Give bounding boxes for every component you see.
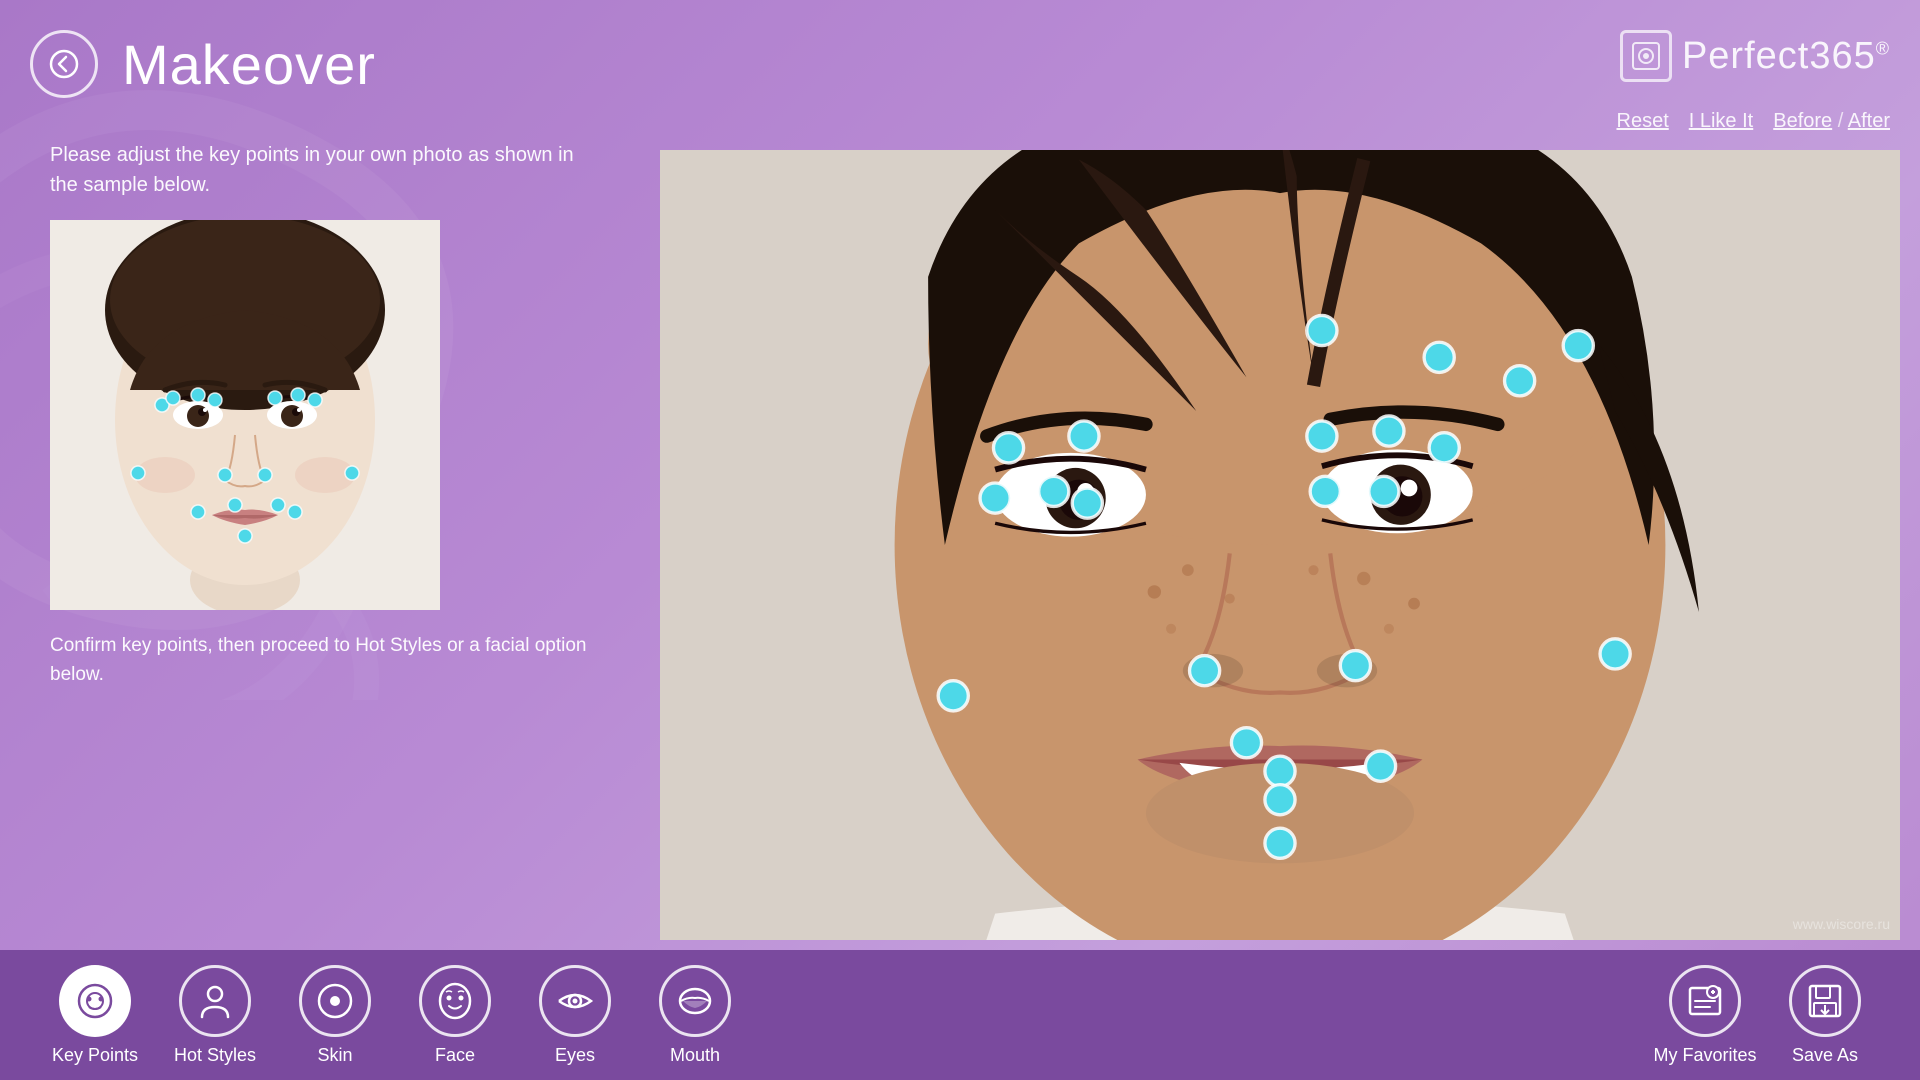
toolbar-item-key-points[interactable]: Key Points bbox=[40, 965, 150, 1066]
toolbar-item-hot-styles[interactable]: Hot Styles bbox=[160, 965, 270, 1066]
watermark: www.wiscore.ru bbox=[1793, 916, 1890, 932]
toolbar-right: My Favorites Save As bbox=[1650, 965, 1880, 1066]
top-actions: Reset I Like It Before / After bbox=[1617, 110, 1891, 133]
toolbar-item-my-favorites[interactable]: My Favorites bbox=[1650, 965, 1760, 1066]
my-favorites-label: My Favorites bbox=[1653, 1045, 1756, 1066]
before-after-group: Before / After bbox=[1773, 110, 1890, 133]
page-title: Makeover bbox=[122, 32, 376, 97]
toolbar-item-save-as[interactable]: Save As bbox=[1770, 965, 1880, 1066]
skin-label: Skin bbox=[317, 1045, 352, 1066]
header: Makeover bbox=[30, 30, 1890, 98]
sample-face-svg bbox=[50, 220, 440, 610]
face-icon-container bbox=[419, 965, 491, 1037]
eyes-label: Eyes bbox=[555, 1045, 595, 1066]
sample-photo bbox=[50, 220, 440, 610]
main-face-svg bbox=[660, 150, 1900, 940]
back-button[interactable] bbox=[30, 30, 98, 98]
key-points-label: Key Points bbox=[52, 1045, 138, 1066]
hot-styles-icon-container bbox=[179, 965, 251, 1037]
skin-icon-container bbox=[299, 965, 371, 1037]
toolbar-item-skin[interactable]: Skin bbox=[280, 965, 390, 1066]
before-link[interactable]: Before bbox=[1773, 110, 1832, 132]
toolbar-left: Key Points Hot Styles Skin bbox=[40, 965, 750, 1066]
main-photo bbox=[660, 150, 1900, 940]
main-photo-area[interactable] bbox=[660, 150, 1900, 940]
i-like-it-link[interactable]: I Like It bbox=[1689, 110, 1753, 133]
toolbar-item-mouth[interactable]: Mouth bbox=[640, 965, 750, 1066]
confirm-text: Confirm key points, then proceed to Hot … bbox=[50, 632, 590, 689]
after-link[interactable]: After bbox=[1848, 110, 1890, 132]
save-as-label: Save As bbox=[1792, 1045, 1858, 1066]
instruction-text: Please adjust the key points in your own… bbox=[50, 140, 590, 200]
sample-photo-container bbox=[50, 220, 440, 610]
hot-styles-label: Hot Styles bbox=[174, 1045, 256, 1066]
left-panel: Please adjust the key points in your own… bbox=[50, 140, 590, 689]
my-favorites-icon-container bbox=[1669, 965, 1741, 1037]
key-points-icon-container bbox=[59, 965, 131, 1037]
toolbar-item-face[interactable]: Face bbox=[400, 965, 510, 1066]
bottom-toolbar: Key Points Hot Styles Skin bbox=[0, 950, 1920, 1080]
toolbar-item-eyes[interactable]: Eyes bbox=[520, 965, 630, 1066]
mouth-icon-container bbox=[659, 965, 731, 1037]
save-as-icon-container bbox=[1789, 965, 1861, 1037]
mouth-label: Mouth bbox=[670, 1045, 720, 1066]
reset-link[interactable]: Reset bbox=[1617, 110, 1669, 133]
face-label: Face bbox=[435, 1045, 475, 1066]
eyes-icon-container bbox=[539, 965, 611, 1037]
